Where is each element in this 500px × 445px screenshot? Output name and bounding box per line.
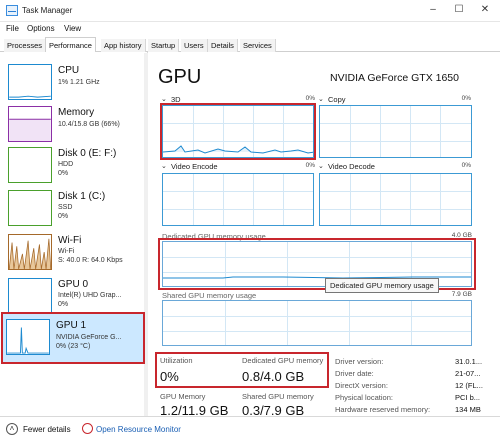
disk1-thumbnail-graph [8,190,52,226]
tab-processes[interactable]: Processes [4,39,47,52]
sidebar-item-cpu[interactable]: CPU 1% 1.21 GHz [4,58,144,106]
gpu-adapter-name: NVIDIA GeForce GTX 1650 [330,72,459,84]
page-title: GPU [158,66,202,88]
sidebar-item-usage: 0% [58,213,69,220]
sidebar-item-detail: HDD [58,161,74,168]
close-button[interactable]: ✕ [478,4,492,16]
stats-highlight-box [155,352,329,388]
engine-video-decode-graph [319,173,472,226]
sidebar-item-usage: S: 40.0 R: 64.0 Kbps [58,257,123,264]
menu-view[interactable]: View [64,24,81,33]
hardware-reserved-memory-value: 134 MB [455,405,481,414]
chevron-down-icon[interactable]: ⌄ [161,95,167,103]
tab-services[interactable]: Services [240,39,276,52]
engine-copy-pct: 0% [461,95,471,102]
driver-date-value: 21-07... [455,369,481,378]
maximize-button[interactable]: ☐ [452,4,466,16]
sidebar-item-disk0[interactable]: Disk 0 (E: F:) HDD 0% [4,141,144,189]
resource-monitor-icon [82,423,93,434]
sidebar-item-disk1[interactable]: Disk 1 (C:) SSD 0% [4,184,144,232]
physical-location-label: Physical location: [335,393,393,402]
engine-copy-graph [319,105,472,158]
engine-video-encode-pct: 0% [305,162,315,169]
disk0-thumbnail-graph [8,147,52,183]
fewer-details-button[interactable]: Fewer details [23,425,71,434]
shared-memory-usage-line [163,301,472,346]
sidebar-item-title: CPU [58,65,80,76]
wifi-thumbnail-graph [8,234,52,270]
dedicated-memory-tooltip: Dedicated GPU memory usage [325,278,439,293]
open-resource-monitor-link[interactable]: Open Resource Monitor [96,425,181,434]
memory-thumbnail-graph [8,106,52,142]
gpu-memory-label: GPU Memory [160,392,206,401]
cpu-thumbnail-graph [8,64,52,100]
physical-location-value: PCI b... [455,393,481,402]
sidebar-item-wifi[interactable]: Wi-Fi Wi-Fi S: 40.0 R: 64.0 Kbps [4,228,144,276]
shared-memory-graph [162,300,472,346]
engine-video-encode-label[interactable]: Video Encode [171,162,218,171]
sidebar-item-detail: Intel(R) UHD Grap... [58,292,122,299]
engine-video-encode-graph [162,173,314,226]
shared-memory-max: 7.9 GB [451,291,472,298]
sidebar-item-detail: Wi-Fi [58,248,75,255]
directx-version-label: DirectX version: [335,381,388,390]
menu-file[interactable]: File [6,24,19,33]
directx-version-value: 12 (FL... [455,381,483,390]
minimize-button[interactable]: – [426,4,440,16]
chevron-down-icon[interactable]: ⌄ [318,162,324,170]
sidebar-item-detail: SSD [58,204,73,211]
sidebar-item-usage: 0% [58,301,69,308]
title-bar [0,0,500,22]
footer-bar [0,416,500,445]
sidebar-item-detail: 1% 1.21 GHz [58,79,100,86]
window-title: Task Manager [22,6,73,15]
tab-details[interactable]: Details [208,39,238,52]
chevron-down-icon[interactable]: ⌄ [161,162,167,170]
sidebar-item-detail: 10.4/15.8 GB (66%) [58,121,120,128]
gpu0-thumbnail-graph [8,278,52,314]
sidebar-item-title: GPU 0 [58,279,89,290]
tab-app-history[interactable]: App history [101,39,146,52]
tab-performance[interactable]: Performance [45,37,96,53]
tab-users[interactable]: Users [181,39,208,52]
sidebar-item-title: Memory [58,107,95,118]
sidebar-item-title: Wi-Fi [58,235,82,246]
sidebar-item-title: Disk 1 (C:) [58,191,106,202]
engine-video-decode-pct: 0% [461,162,471,169]
sidebar-item-usage: 0% [58,170,69,177]
task-manager-icon [6,5,18,16]
driver-date-label: Driver date: [335,369,374,378]
chevron-up-icon[interactable]: ˄ [6,423,18,435]
sidebar-item-title: Disk 0 (E: F:) [58,148,117,159]
driver-version-label: Driver version: [335,357,384,366]
engine-3d-pct: 0% [305,95,315,102]
chevron-down-icon[interactable]: ⌄ [318,95,324,103]
tab-startup[interactable]: Startup [148,39,180,52]
driver-version-value: 31.0.1... [455,357,483,366]
menu-options[interactable]: Options [27,24,55,33]
engine-video-decode-label[interactable]: Video Decode [328,162,375,171]
hardware-reserved-memory-label: Hardware reserved memory: [335,405,431,414]
shared-memory-label: Shared GPU memory usage [162,291,257,300]
gpu1-highlight-box [1,312,145,364]
engine-copy-label[interactable]: Copy [328,95,346,104]
shared-gpu-memory-label: Shared GPU memory [242,392,314,401]
engine-3d-highlight-box [160,103,316,160]
